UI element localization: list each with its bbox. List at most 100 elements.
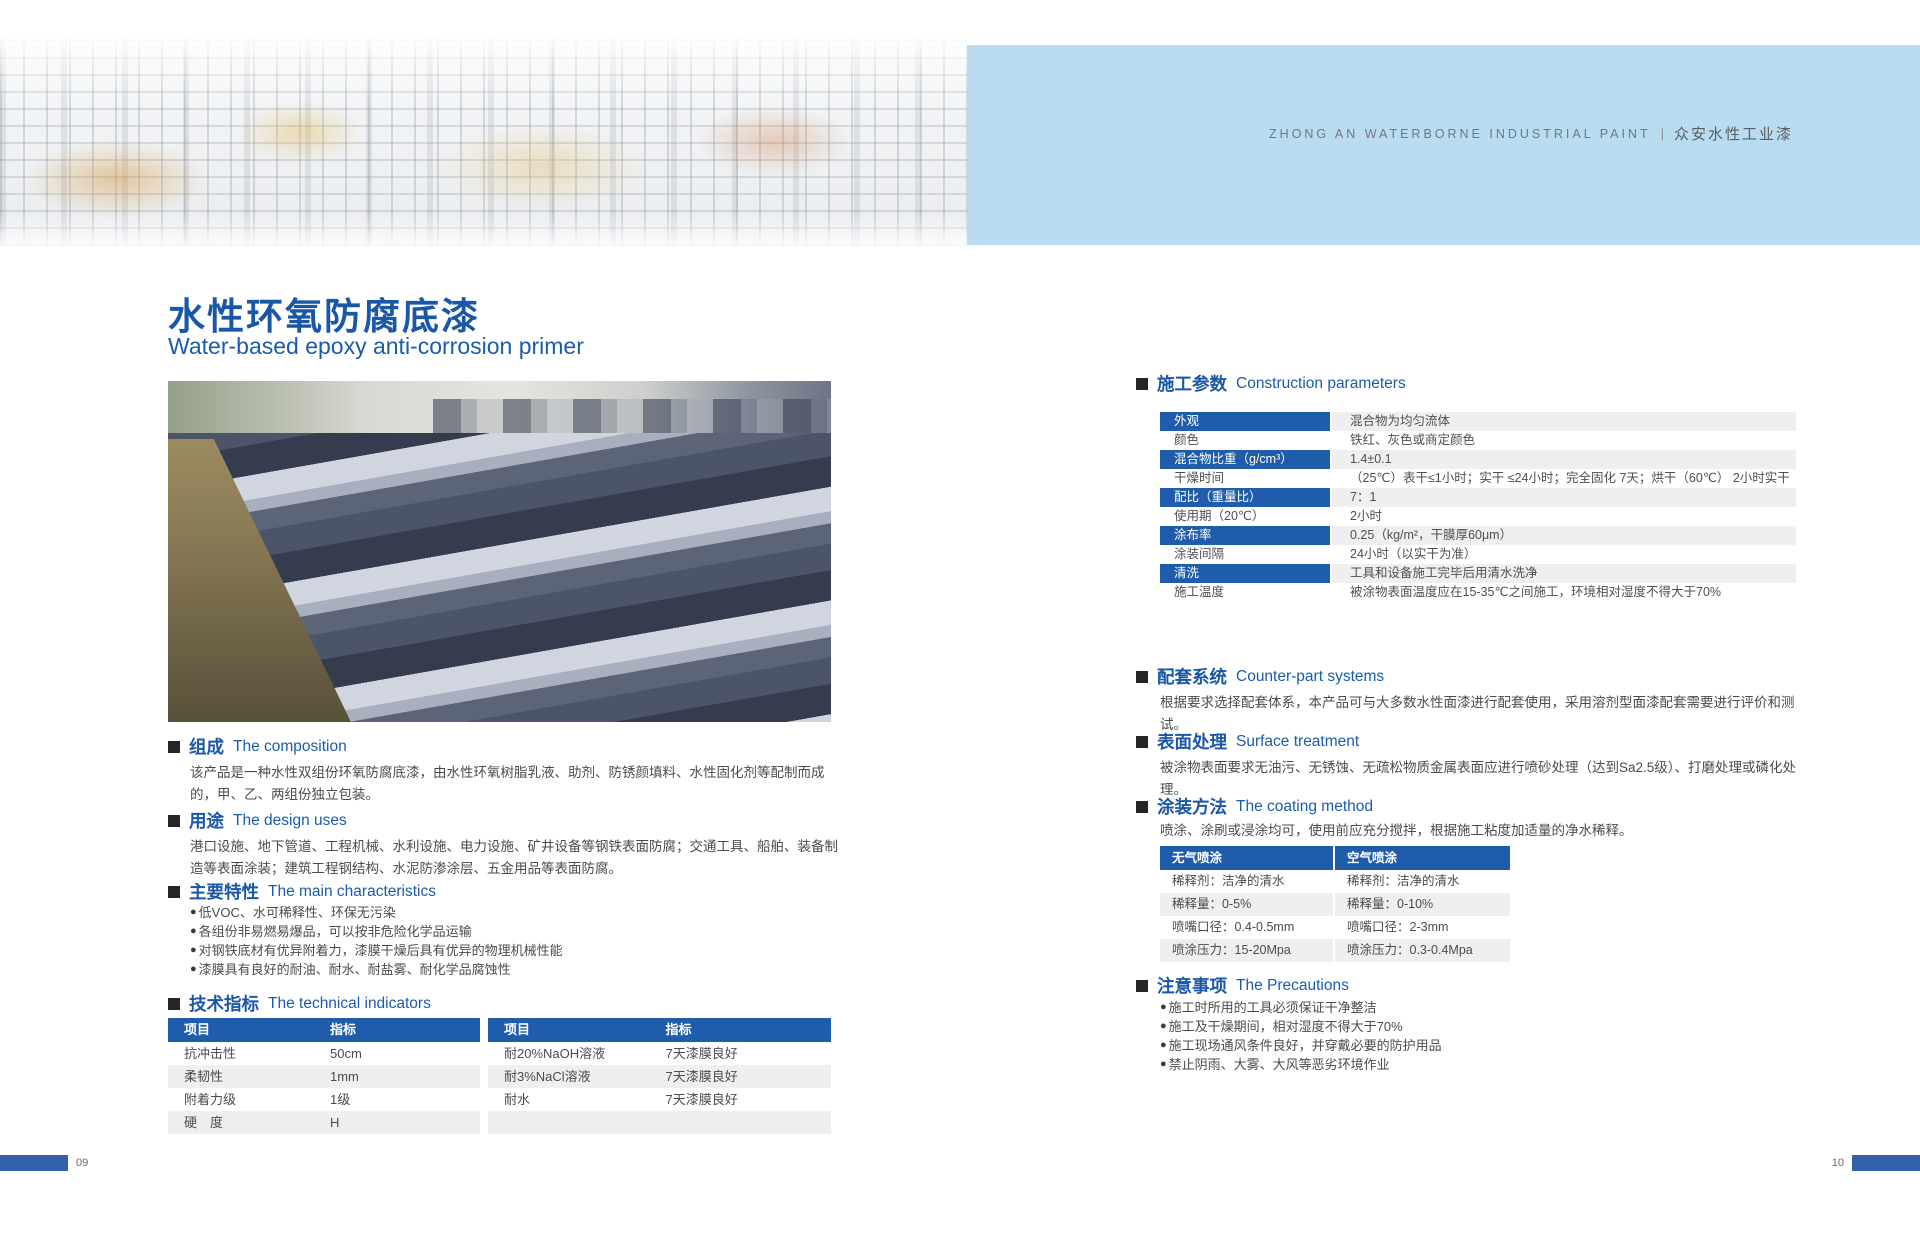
table-row: 附着力级 1级 [168, 1088, 480, 1111]
page-number-right: 10 [1832, 1155, 1844, 1171]
cell-item: 耐20%NaOH溶液 [488, 1042, 660, 1065]
section-marker-icon [168, 998, 180, 1010]
cell-value: 50cm [324, 1042, 480, 1065]
table-row: 混合物比重（g/cm³） 1.4±0.1 [1160, 450, 1796, 469]
section-uses-heading: 用途 The design uses [168, 808, 347, 833]
cell-value: 稀释剂：洁净的清水 [1160, 870, 1335, 893]
table-row: 硬 度 H [168, 1111, 480, 1134]
brand-name-cn: 众安水性工业漆 [1674, 123, 1793, 144]
table-row: 清洗 工具和设备施工完毕后用清水洗净 [1160, 564, 1796, 583]
brochure-spread: ZHONG AN WATERBORNE INDUSTRIAL PAINT | 众… [0, 0, 1920, 1236]
row-value: 混合物为均匀流体 [1332, 412, 1796, 431]
list-item: ● 施工时所用的工具必须保证干净整洁 [1160, 998, 1800, 1017]
section-counterpart-heading: 配套系统 Counter-part systems [1136, 664, 1384, 689]
section-title-en: Construction parameters [1236, 375, 1406, 393]
table-row: 颜色 铁红、灰色或商定颜色 [1160, 431, 1796, 450]
section-marker-icon [168, 741, 180, 753]
section-title-cn: 注意事项 [1157, 973, 1227, 998]
table-row: 耐3%NaCl溶液 7天漆膜良好 [488, 1065, 831, 1088]
cell-value: H [324, 1111, 480, 1134]
table-row: 喷涂压力：15-20Mpa 喷涂压力：0.3-0.4Mpa [1160, 939, 1510, 962]
product-title-en: Water-based epoxy anti-corrosion primer [168, 333, 584, 360]
page-number-left: 09 [76, 1155, 88, 1171]
cell-value: 稀释量：0-10% [1335, 893, 1510, 916]
row-value: 1.4±0.1 [1332, 450, 1796, 469]
section-title-en: The composition [233, 738, 347, 756]
cell-value: 喷嘴口径：0.4-0.5mm [1160, 916, 1335, 939]
section-marker-icon [1136, 980, 1148, 992]
uses-body: 港口设施、地下管道、工程机械、水利设施、电力设施、矿井设备等钢铁表面防腐；交通工… [190, 836, 840, 880]
cell-item: 柔韧性 [168, 1065, 324, 1088]
bullet-icon: ● [1160, 1055, 1167, 1074]
construction-parameters-table: 外观 混合物为均匀流体 颜色 铁红、灰色或商定颜色 混合物比重（g/cm³） 1… [1160, 412, 1796, 602]
table-row: 涂布率 0.25（kg/m²，干膜厚60μm） [1160, 526, 1796, 545]
row-label: 清洗 [1160, 564, 1330, 583]
section-construction-heading: 施工参数 Construction parameters [1136, 371, 1406, 396]
table-row: 柔韧性 1mm [168, 1065, 480, 1088]
section-title-en: The coating method [1236, 798, 1373, 816]
section-title-cn: 用途 [189, 808, 224, 833]
section-title-cn: 涂装方法 [1157, 794, 1227, 819]
cell-value: 稀释剂：洁净的清水 [1335, 870, 1510, 893]
precautions-list: ● 施工时所用的工具必须保证干净整洁 ● 施工及干燥期间，相对湿度不得大于70%… [1160, 998, 1800, 1074]
section-composition-heading: 组成 The composition [168, 734, 347, 759]
section-precautions-heading: 注意事项 The Precautions [1136, 973, 1349, 998]
cell-value: 喷涂压力：15-20Mpa [1160, 939, 1335, 962]
list-item: ● 各组份非易燃易爆品，可以按非危险化学品运输 [190, 922, 840, 941]
list-item-text: 对钢铁底材有优异附着力，漆膜干燥后具有优异的物理机械性能 [199, 941, 563, 960]
list-item: ● 漆膜具有良好的耐油、耐水、耐盐雾、耐化学品腐蚀性 [190, 960, 840, 979]
section-title-en: Counter-part systems [1236, 668, 1384, 686]
indicators-subtable-right: 项目 指标 耐20%NaOH溶液 7天漆膜良好 耐3%NaCl溶液 7天漆膜良好… [488, 1018, 831, 1134]
section-title-en: The Precautions [1236, 977, 1349, 995]
row-label: 干燥时间 [1160, 469, 1330, 488]
table-row: 稀释剂：洁净的清水 稀释剂：洁净的清水 [1160, 870, 1510, 893]
row-value: 24小时（以实干为准） [1332, 545, 1796, 564]
section-title-cn: 组成 [189, 734, 224, 759]
section-marker-icon [168, 886, 180, 898]
table-row: 耐20%NaOH溶液 7天漆膜良好 [488, 1042, 831, 1065]
section-coating-heading: 涂装方法 The coating method [1136, 794, 1373, 819]
characteristics-list: ● 低VOC、水可稀释性、环保无污染 ● 各组份非易燃易爆品，可以按非危险化学品… [190, 903, 840, 979]
list-item: ● 对钢铁底材有优异附着力，漆膜干燥后具有优异的物理机械性能 [190, 941, 840, 960]
section-characteristics-heading: 主要特性 The main characteristics [168, 879, 436, 904]
section-indicators-heading: 技术指标 The technical indicators [168, 991, 431, 1016]
row-label: 涂装间隔 [1160, 545, 1330, 564]
list-item: ● 低VOC、水可稀释性、环保无污染 [190, 903, 840, 922]
section-title-en: The technical indicators [268, 995, 431, 1013]
cell-value: 1mm [324, 1065, 480, 1088]
column-header: 无气喷涂 [1160, 846, 1335, 870]
list-item: ● 禁止阴雨、大雾、大风等恶劣环境作业 [1160, 1055, 1800, 1074]
coating-body: 喷涂、涂刷或浸涂均可，使用前应充分搅拌，根据施工粘度加适量的净水稀释。 [1160, 820, 1800, 842]
row-label: 使用期（20℃） [1160, 507, 1330, 526]
row-label: 施工温度 [1160, 583, 1330, 602]
list-item-text: 禁止阴雨、大雾、大风等恶劣环境作业 [1169, 1055, 1390, 1074]
row-value: 7：1 [1332, 488, 1796, 507]
cell-item [488, 1111, 660, 1134]
row-label: 配比（重量比） [1160, 488, 1330, 507]
section-marker-icon [1136, 801, 1148, 813]
column-header: 指标 [324, 1018, 480, 1042]
table-row: 配比（重量比） 7：1 [1160, 488, 1796, 507]
cell-value: 7天漆膜良好 [660, 1042, 832, 1065]
column-header: 指标 [660, 1018, 832, 1042]
row-value: （25℃）表干≤1小时；实干 ≤24小时；完全固化 7天；烘干（60℃） 2小时… [1332, 469, 1796, 488]
row-label: 涂布率 [1160, 526, 1330, 545]
cell-value: 喷嘴口径：2-3mm [1335, 916, 1510, 939]
row-label: 外观 [1160, 412, 1330, 431]
table-row: 稀释量：0-5% 稀释量：0-10% [1160, 893, 1510, 916]
list-item-text: 施工现场通风条件良好，并穿戴必要的防护用品 [1169, 1036, 1442, 1055]
list-item-text: 施工及干燥期间，相对湿度不得大于70% [1169, 1017, 1403, 1036]
cell-value [660, 1111, 832, 1134]
indicators-subtable-left: 项目 指标 抗冲击性 50cm 柔韧性 1mm 附着力级 1级 硬 度 H [168, 1018, 480, 1134]
bullet-icon: ● [1160, 1017, 1167, 1036]
technical-indicators-table: 项目 指标 抗冲击性 50cm 柔韧性 1mm 附着力级 1级 硬 度 H 项目 [168, 1018, 831, 1134]
row-value: 2小时 [1332, 507, 1796, 526]
cell-value: 喷涂压力：0.3-0.4Mpa [1335, 939, 1510, 962]
coating-method-table: 无气喷涂 空气喷涂 稀释剂：洁净的清水 稀释剂：洁净的清水 稀释量：0-5% 稀… [1160, 846, 1510, 962]
table-row: 喷嘴口径：0.4-0.5mm 喷嘴口径：2-3mm [1160, 916, 1510, 939]
section-marker-icon [168, 815, 180, 827]
section-marker-icon [1136, 736, 1148, 748]
list-item-text: 低VOC、水可稀释性、环保无污染 [199, 903, 396, 922]
table-row: 涂装间隔 24小时（以实干为准） [1160, 545, 1796, 564]
list-item-text: 施工时所用的工具必须保证干净整洁 [1169, 998, 1377, 1017]
